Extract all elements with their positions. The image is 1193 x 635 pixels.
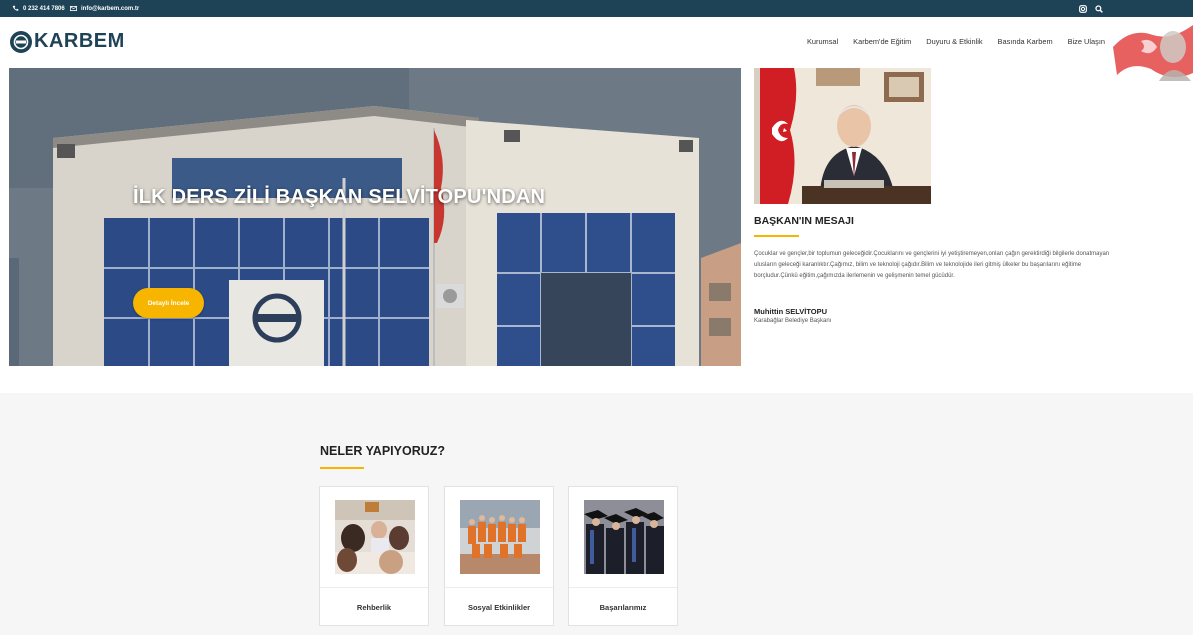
mayor-name: Muhittin SELVİTOPU	[754, 307, 828, 316]
services-title-underline	[320, 467, 364, 469]
service-card-label: Başarılarımız	[569, 587, 677, 626]
logo-text: KARBEM	[34, 30, 125, 52]
site-logo[interactable]: KARBEM	[10, 30, 125, 53]
logo-emblem-icon	[10, 30, 32, 53]
hero-detail-button[interactable]: Detaylı İncele	[133, 288, 204, 318]
sosyal-etkinlikler-image	[460, 500, 540, 574]
mail-icon	[70, 5, 77, 12]
topbar-tools	[1079, 0, 1103, 17]
service-card-sosyal[interactable]: Sosyal Etkinlikler	[444, 486, 554, 626]
hero-slider[interactable]: İLK DERS ZİLİ BAŞKAN SELVİTOPU'NDAN Deta…	[9, 68, 741, 366]
service-card-label: Rehberlik	[320, 587, 428, 626]
phone-number: 0 232 414 7806	[23, 5, 65, 12]
mayor-role: Karabağlar Belediye Başkanı	[754, 318, 832, 324]
nav-item-egitim[interactable]: Karbem'de Eğitim	[853, 32, 911, 52]
hero-building-image	[9, 68, 741, 366]
nav-item-duyuru[interactable]: Duyuru & Etkinlik	[926, 32, 982, 52]
main-nav: Kurumsal Karbem'de Eğitim Duyuru & Etkin…	[807, 32, 1105, 52]
phone-icon	[12, 5, 19, 11]
nav-item-basin[interactable]: Basında Karbem	[998, 32, 1053, 52]
mayor-message-title: BAŞKAN'IN MESAJI	[754, 215, 854, 227]
phone-contact[interactable]: 0 232 414 7806	[12, 0, 65, 17]
hero-title: İLK DERS ZİLİ BAŞKAN SELVİTOPU'NDAN	[133, 186, 546, 208]
mayor-title-underline	[754, 235, 799, 237]
rehberlik-image	[335, 500, 415, 574]
mayor-photo	[754, 68, 931, 204]
flag-portrait-image	[1113, 25, 1193, 81]
basarilarimiz-image	[584, 500, 664, 574]
mayor-message-text: Çocuklar ve gençler,bir toplumun geleceğ…	[754, 251, 1110, 279]
service-card-basarilar[interactable]: Başarılarımız	[568, 486, 678, 626]
services-title: NELER YAPIYORUZ?	[320, 444, 446, 458]
email-contact[interactable]: info@karbem.com.tr	[70, 0, 139, 17]
search-icon[interactable]	[1095, 4, 1103, 13]
instagram-icon[interactable]	[1079, 4, 1087, 13]
nav-item-kurumsal[interactable]: Kurumsal	[807, 32, 838, 52]
service-card-rehberlik[interactable]: Rehberlik	[319, 486, 429, 626]
nav-item-iletisim[interactable]: Bize Ulaşın	[1068, 32, 1105, 52]
service-card-label: Sosyal Etkinlikler	[445, 587, 553, 626]
top-bar: 0 232 414 7806 info@karbem.com.tr	[0, 0, 1193, 17]
email-address: info@karbem.com.tr	[81, 5, 140, 12]
